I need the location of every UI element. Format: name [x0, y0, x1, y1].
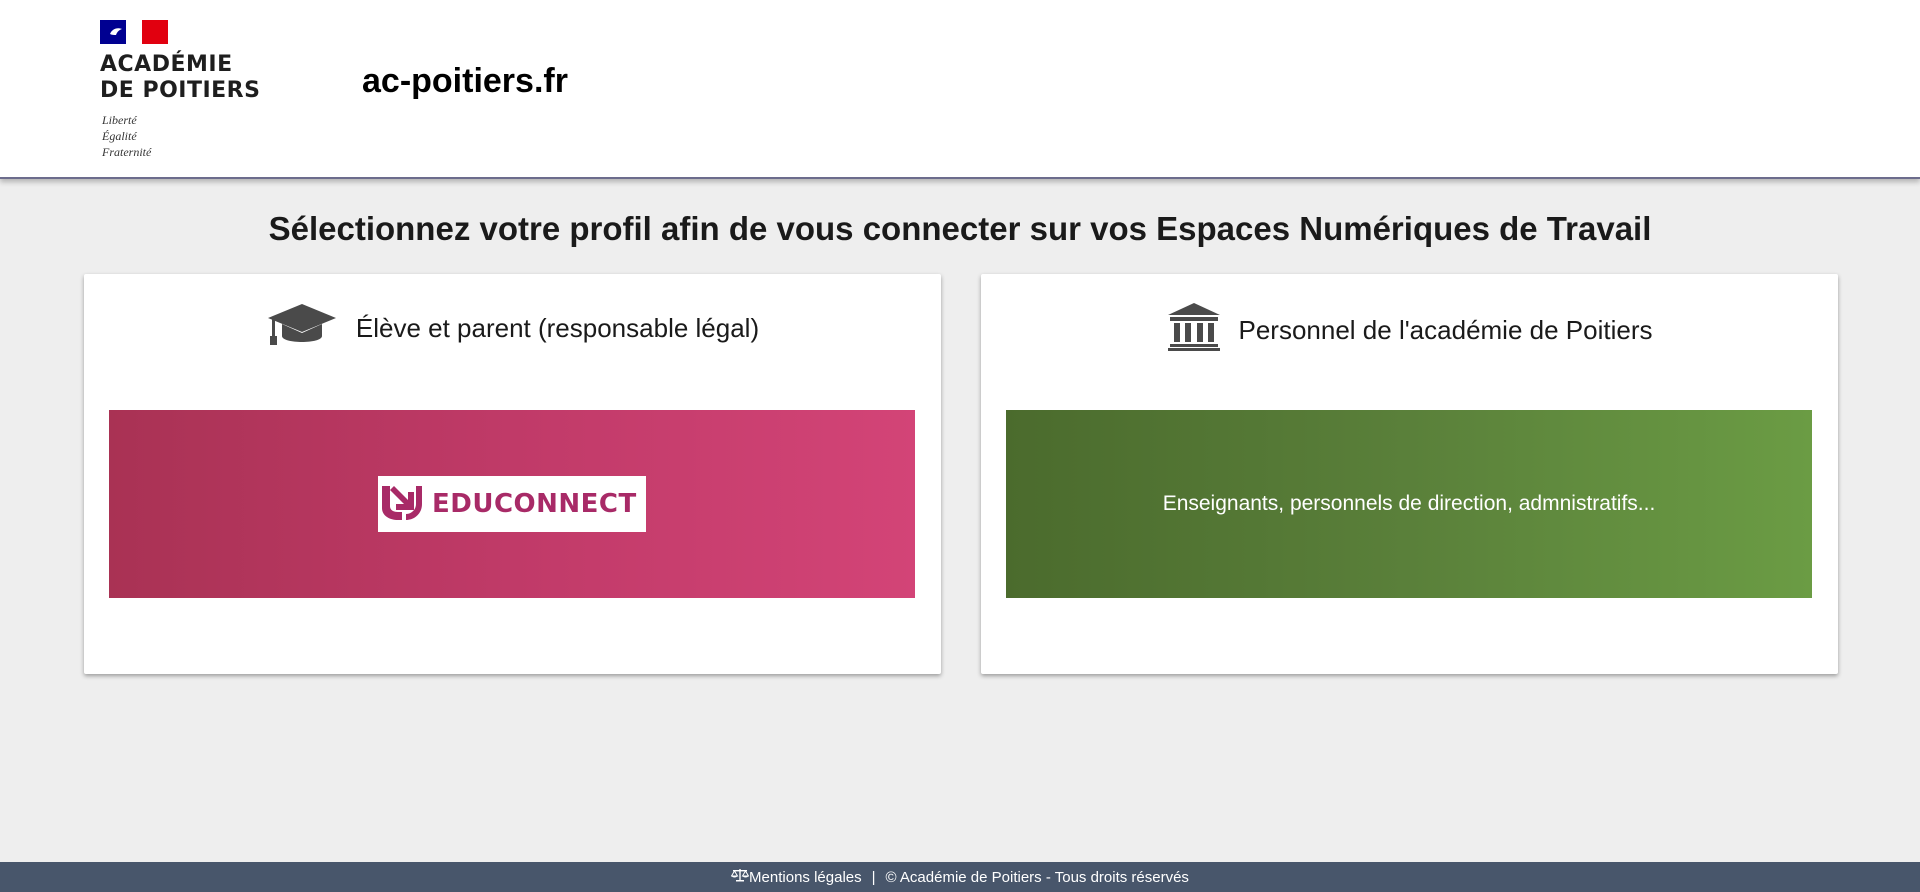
motto-fraternite: Fraternité: [102, 145, 152, 159]
site-footer: Mentions légales | © Académie de Poitier…: [0, 862, 1920, 892]
graduation-cap-icon: [266, 302, 338, 355]
profile-card-staff: Personnel de l'académie de Poitiers Ense…: [981, 274, 1838, 674]
footer-copyright: © Académie de Poitiers - Tous droits rés…: [885, 868, 1189, 886]
educonnect-login-button[interactable]: EDUCONNECT: [109, 410, 915, 598]
educonnect-badge: EDUCONNECT: [378, 476, 646, 532]
educonnect-logo-icon: [378, 482, 424, 527]
legal-notice-label: Mentions légales: [749, 868, 862, 886]
french-flag-icon: [100, 20, 168, 44]
motto-egalite: Égalité: [102, 129, 137, 143]
page-heading: Sélectionnez votre profil afin de vous c…: [268, 210, 1652, 247]
scales-icon: [730, 868, 750, 886]
card-title-text: Élève et parent (responsable légal): [355, 313, 760, 343]
site-header: ACADÉMIE DE POITIERS Liberté Égalité Fra…: [0, 0, 1920, 179]
republic-motto: Liberté Égalité Fraternité: [102, 112, 151, 160]
legal-notice-link[interactable]: Mentions légales: [730, 868, 862, 886]
institution-icon: [1167, 302, 1221, 359]
card-title-staff: Personnel de l'académie de Poitiers: [981, 302, 1838, 359]
card-title-student-parent: Élève et parent (responsable légal): [84, 302, 941, 355]
academie-logo[interactable]: ACADÉMIE DE POITIERS Liberté Égalité Fra…: [100, 20, 270, 165]
card-title-text: Personnel de l'académie de Poitiers: [1238, 315, 1653, 345]
site-name: ac-poitiers.fr: [362, 62, 568, 100]
staff-panel-text: Enseignants, personnels de direction, ad…: [1162, 492, 1656, 515]
motto-liberte: Liberté: [102, 113, 137, 127]
staff-login-button[interactable]: Enseignants, personnels de direction, ad…: [1006, 410, 1812, 598]
logo-line-1: ACADÉMIE: [100, 52, 233, 77]
footer-separator: |: [871, 868, 876, 886]
educonnect-brand-text: EDUCONNECT: [432, 489, 637, 519]
profile-card-student-parent: Élève et parent (responsable légal) EDUC…: [84, 274, 941, 674]
logo-line-2: DE POITIERS: [100, 78, 261, 103]
